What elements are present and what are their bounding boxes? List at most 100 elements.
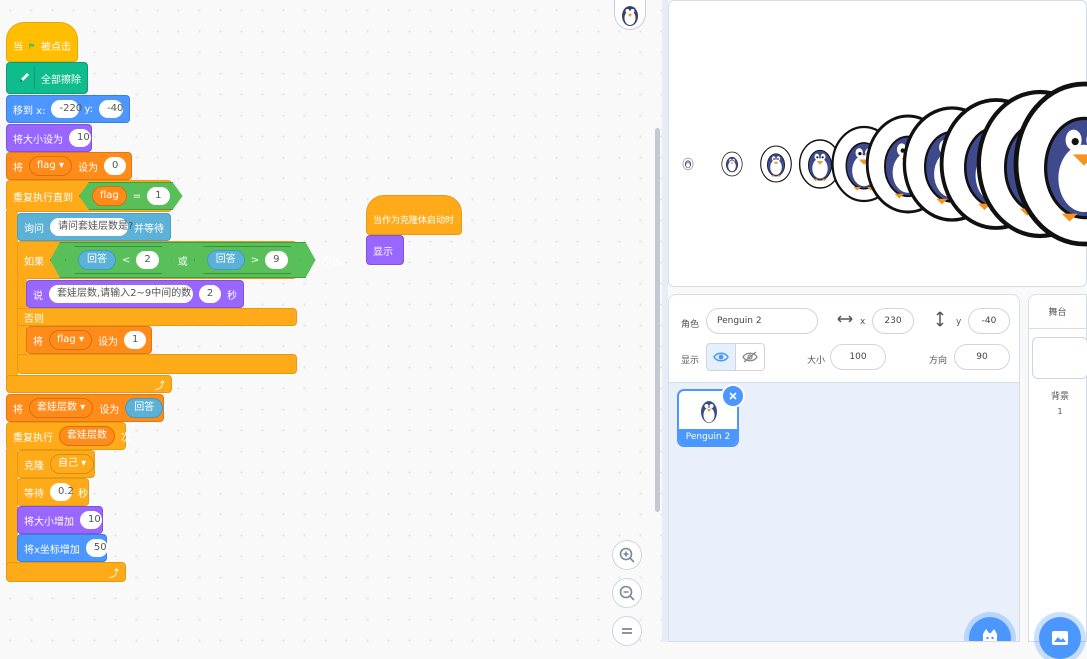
choose-backdrop-button[interactable] bbox=[1039, 617, 1081, 659]
create-clone-block[interactable]: 克隆 自己 ▾ bbox=[17, 450, 95, 478]
vertical-arrow-icon bbox=[935, 311, 945, 330]
hide-sprite-button[interactable] bbox=[735, 343, 765, 371]
ask-text-input[interactable]: 请问套娃层数是? bbox=[50, 218, 133, 236]
show-label: 显示 bbox=[681, 356, 700, 366]
eye-icon bbox=[713, 352, 729, 362]
layers-reporter[interactable]: 套娃层数 bbox=[59, 426, 115, 446]
gt-value-input[interactable]: 9 bbox=[265, 251, 287, 269]
when-start-as-clone-block[interactable]: 当作为克隆体启动时 bbox=[366, 195, 462, 235]
choose-sprite-button[interactable] bbox=[969, 617, 1011, 641]
set-layers-block[interactable]: 将 套娃层数 ▾ 设为 回答 bbox=[6, 394, 164, 422]
set-size-label: 将大小设为 bbox=[13, 134, 63, 146]
penguin-icon bbox=[622, 5, 638, 26]
repeat-until-block[interactable]: 重复执行直到 flag = 1 bbox=[6, 180, 172, 212]
if-else-block[interactable]: 如果 回答 < 2 或 回答 > 9 那么 bbox=[17, 241, 342, 279]
if-label: 如果 bbox=[24, 256, 44, 268]
zoom-out-button[interactable] bbox=[612, 578, 642, 608]
backdrops-count: 1 bbox=[1057, 407, 1063, 416]
x-input[interactable]: 230 bbox=[872, 308, 914, 334]
cat-icon bbox=[983, 629, 997, 641]
less-than-operator[interactable]: 回答 < 2 bbox=[65, 246, 172, 274]
set-to-label: 设为 bbox=[97, 336, 118, 348]
direction-input[interactable]: 90 bbox=[954, 344, 1010, 370]
set-var-label: 将 bbox=[13, 162, 23, 174]
show-block[interactable]: 显示 bbox=[366, 235, 404, 265]
sprite-card-name: Penguin 2 bbox=[679, 429, 737, 445]
zoom-out-icon bbox=[619, 585, 635, 601]
variable-dropdown[interactable]: flag ▾ bbox=[29, 156, 72, 176]
lt-sign: < bbox=[122, 254, 131, 266]
clone-hat-label: 当作为克隆体启动时 bbox=[373, 216, 455, 226]
if-else-end bbox=[17, 354, 297, 374]
set-to-label: 设为 bbox=[77, 162, 98, 174]
show-sprite-button[interactable] bbox=[706, 343, 736, 371]
clicked-label: 被点击 bbox=[41, 42, 71, 53]
variable-dropdown[interactable]: flag ▾ bbox=[49, 330, 92, 350]
change-x-input[interactable]: 50 bbox=[85, 539, 108, 557]
else-set-variable-block[interactable]: 将 flag ▾ 设为 1 bbox=[26, 326, 152, 354]
code-scrollbar[interactable] bbox=[655, 128, 660, 512]
layers-variable-dropdown[interactable]: 套娃层数 ▾ bbox=[29, 398, 94, 418]
else-set-value-input[interactable]: 1 bbox=[123, 331, 146, 349]
wait-input[interactable]: 0.2 bbox=[50, 483, 74, 501]
stage-canvas[interactable] bbox=[668, 0, 1087, 287]
zoom-in-button[interactable] bbox=[612, 540, 642, 570]
when-flag-clicked-block[interactable]: 当 被点击 bbox=[6, 22, 78, 62]
greater-than-operator[interactable]: 回答 > 9 bbox=[194, 246, 301, 274]
answer-reporter[interactable]: 回答 bbox=[78, 250, 116, 270]
goto-xy-block[interactable]: 移到 x: -220 y: -40 bbox=[6, 95, 130, 123]
repeat-end: ⤴ bbox=[6, 562, 126, 582]
y-label: y bbox=[956, 317, 962, 327]
change-size-label: 将大小增加 bbox=[24, 516, 74, 528]
wait-unit-label: 秒 bbox=[78, 488, 88, 500]
repeat-block[interactable]: 重复执行 套娃层数 次 bbox=[6, 422, 131, 450]
pen-icon bbox=[13, 67, 35, 89]
image-icon bbox=[1052, 631, 1068, 645]
ask-and-wait-block[interactable]: 询问 请问套娃层数是? 并等待 bbox=[17, 213, 171, 241]
wait-block[interactable]: 等待 0.2 秒 bbox=[17, 478, 89, 506]
loop-arrow-icon: ⤴ bbox=[109, 568, 119, 580]
goto-y-input[interactable]: -40 bbox=[99, 100, 123, 118]
x-label: x bbox=[860, 317, 866, 327]
change-x-label: 将x坐标增加 bbox=[24, 544, 80, 556]
change-x-block[interactable]: 将x坐标增加 50 bbox=[17, 534, 108, 562]
or-operator[interactable]: 回答 < 2 或 回答 > 9 bbox=[50, 242, 316, 278]
answer-reporter[interactable]: 回答 bbox=[125, 398, 164, 418]
sprite-name-input[interactable]: Penguin 2 bbox=[706, 308, 818, 334]
stage-thumbnail[interactable] bbox=[1032, 337, 1087, 379]
lt-value-input[interactable]: 2 bbox=[136, 251, 158, 269]
set-to-label: 设为 bbox=[99, 404, 120, 416]
say-text-input[interactable]: 套娃层数,请输入2~9中间的数 bbox=[49, 285, 193, 303]
size-input[interactable]: 100 bbox=[830, 344, 886, 370]
delete-sprite-button[interactable] bbox=[721, 384, 745, 408]
horizontal-arrow-icon bbox=[837, 314, 853, 327]
clone-target-dropdown[interactable]: 自己 ▾ bbox=[50, 454, 95, 474]
set-size-input[interactable]: 10 bbox=[69, 129, 91, 147]
say-for-secs-block[interactable]: 说 套娃层数,请输入2~9中间的数 2 秒 bbox=[26, 280, 244, 308]
equals-operator[interactable]: flag = 1 bbox=[79, 182, 183, 210]
penguin-icon bbox=[697, 397, 721, 428]
equals-value-input[interactable]: 1 bbox=[147, 187, 169, 205]
answer-reporter[interactable]: 回答 bbox=[207, 250, 245, 270]
change-size-input[interactable]: 10 bbox=[80, 511, 102, 529]
say-secs-input[interactable]: 2 bbox=[198, 285, 221, 303]
when-label: 当 bbox=[13, 42, 23, 53]
code-area[interactable]: 当 被点击 全部擦除 移到 x: -220 y: -40 将大小设为 10 将 … bbox=[0, 0, 662, 646]
goto-x-input[interactable]: -220 bbox=[51, 100, 82, 118]
show-label: 显示 bbox=[373, 246, 393, 258]
set-size-block[interactable]: 将大小设为 10 bbox=[6, 124, 92, 152]
clear-label: 全部擦除 bbox=[41, 74, 81, 86]
equals-icon bbox=[622, 628, 632, 634]
y-input[interactable]: -40 bbox=[968, 308, 1010, 334]
repeat-until-end: ⤴ bbox=[6, 375, 172, 393]
set-var-value-input[interactable]: 0 bbox=[103, 157, 126, 175]
change-size-block[interactable]: 将大小增加 10 bbox=[17, 506, 103, 534]
flag-reporter[interactable]: flag bbox=[92, 186, 127, 206]
close-icon bbox=[729, 392, 737, 400]
sprite-info-panel: 角色 Penguin 2 x 230 y -40 显示 大小 100 方向 90 bbox=[669, 295, 1019, 383]
set-var-label: 将 bbox=[33, 336, 43, 348]
set-variable-block[interactable]: 将 flag ▾ 设为 0 bbox=[6, 152, 132, 180]
ask-label: 询问 bbox=[24, 223, 44, 235]
pen-clear-block[interactable]: 全部擦除 bbox=[6, 62, 88, 94]
backdrops-label: 背景 bbox=[1050, 392, 1069, 402]
